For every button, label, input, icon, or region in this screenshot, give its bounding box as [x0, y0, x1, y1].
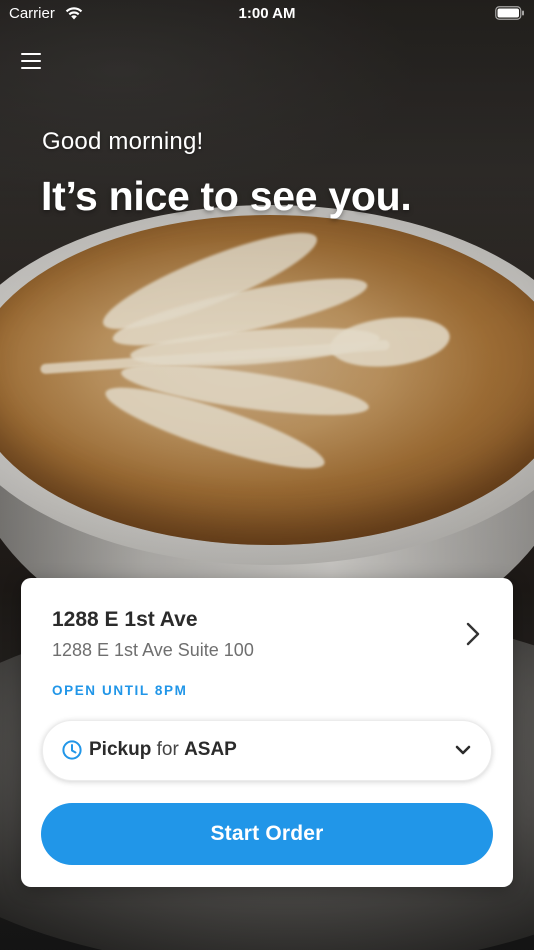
greeting-subtitle: Good morning! — [42, 128, 204, 155]
chevron-right-icon — [466, 622, 480, 646]
start-order-button[interactable]: Start Order — [41, 803, 493, 865]
store-hours-label: OPEN UNTIL 8PM — [52, 683, 188, 698]
battery-icon — [495, 6, 524, 20]
hamburger-menu-icon[interactable] — [18, 48, 46, 74]
clock-icon — [62, 740, 82, 760]
store-name: 1288 E 1st Ave — [52, 608, 198, 631]
pickup-mode: Pickup — [89, 739, 152, 760]
pickup-time-dropdown[interactable]: Pickup for ASAP — [42, 720, 492, 781]
greeting-title: It’s nice to see you. — [41, 173, 412, 219]
pickup-time: ASAP — [184, 739, 237, 760]
status-bar: Carrier 1:00 AM — [0, 0, 534, 28]
pickup-connector: for — [156, 739, 179, 760]
store-selector[interactable]: 1288 E 1st Ave 1288 E 1st Ave Suite 100 — [21, 578, 513, 676]
chevron-down-icon — [455, 745, 471, 755]
status-time: 1:00 AM — [238, 5, 296, 22]
pickup-summary: Pickup for ASAP — [89, 739, 237, 761]
store-card: 1288 E 1st Ave 1288 E 1st Ave Suite 100 … — [21, 578, 513, 887]
store-address: 1288 E 1st Ave Suite 100 — [52, 640, 254, 660]
